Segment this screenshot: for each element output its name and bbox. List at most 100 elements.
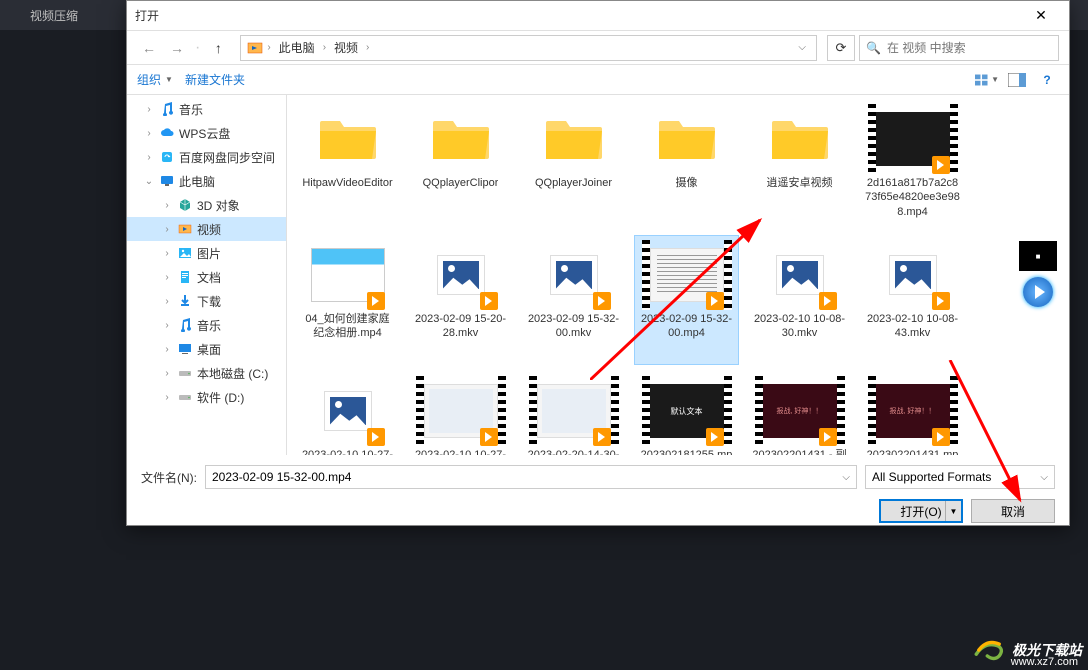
help-button[interactable]: ? [1035, 70, 1059, 90]
file-name-label: 202302181255.mp4 [639, 448, 734, 455]
file-thumbnail [303, 240, 393, 310]
image-icon [177, 245, 193, 261]
file-item[interactable]: 2023-02-20-14-30-26.mp4 [521, 371, 626, 455]
drive-icon [177, 389, 193, 405]
file-thumbnail [303, 376, 393, 446]
file-item[interactable]: 2023-02-09 15-32-00.mkv [521, 235, 626, 365]
file-item[interactable]: 2023-02-09 15-32-00.mp4 [634, 235, 739, 365]
sidebar-item-6[interactable]: ›图片 [127, 241, 286, 265]
sidebar-item-2[interactable]: ›百度网盘同步空间 [127, 145, 286, 169]
sidebar-item-5[interactable]: ›视频 [127, 217, 286, 241]
file-item[interactable]: 报战, 好神！！202302201431.mp4 [860, 371, 965, 455]
file-name-label: 摄像 [676, 176, 698, 190]
chevron-icon: › [161, 392, 173, 403]
close-button[interactable]: ✕ [1021, 2, 1061, 30]
chevron-down-icon[interactable]: ⌵ [842, 472, 850, 483]
file-name-label: 2023-02-10 10-08-30.mkv [752, 312, 847, 341]
file-item[interactable]: 默认文本 202302181255.mp4 [634, 371, 739, 455]
file-item[interactable]: 逍遥安卓视频 [747, 99, 852, 229]
sidebar-item-9[interactable]: ›音乐 [127, 313, 286, 337]
open-dropdown[interactable]: ▼ [945, 501, 961, 521]
filename-label: 文件名(N): [141, 469, 197, 486]
file-name-label: 2023-02-09 15-32-00.mkv [526, 312, 621, 341]
view-mode-button[interactable]: ▼ [975, 70, 999, 90]
breadcrumb-folder[interactable]: 视频 [330, 37, 362, 58]
download-icon [177, 293, 193, 309]
cloud-icon [159, 125, 175, 141]
new-folder-button[interactable]: 新建文件夹 [185, 71, 245, 88]
sidebar-item-11[interactable]: ›本地磁盘 (C:) [127, 361, 286, 385]
file-item[interactable]: 2023-02-09 15-20-28.mkv [408, 235, 513, 365]
preview-thumbnail: ■ [1019, 241, 1057, 271]
breadcrumb-root[interactable]: 此电脑 [275, 37, 319, 58]
file-thumbnail [642, 240, 732, 310]
cancel-button[interactable]: 取消 [971, 499, 1055, 523]
file-item[interactable]: 04_如何创建家庭纪念相册.mp4 [295, 235, 400, 365]
file-item[interactable]: 2d161a817b7a2c873f65e4820ee3e988.mp4 [860, 99, 965, 229]
file-item[interactable]: QQplayerJoiner [521, 99, 626, 229]
sidebar-item-4[interactable]: ›3D 对象 [127, 193, 286, 217]
sidebar-item-7[interactable]: ›文档 [127, 265, 286, 289]
file-item[interactable]: QQplayerClipor [408, 99, 513, 229]
up-button[interactable]: ↑ [206, 36, 230, 60]
sidebar-item-label: 百度网盘同步空间 [179, 149, 275, 166]
organize-menu[interactable]: 组织 ▼ [137, 71, 173, 88]
chevron-icon: › [161, 296, 173, 307]
sidebar-item-12[interactable]: › 软件 (D:) [127, 385, 286, 409]
file-thumbnail [416, 104, 506, 174]
preview-play-button[interactable] [1023, 277, 1053, 307]
music-icon [159, 101, 175, 117]
preview-pane: ■ [1013, 241, 1063, 307]
file-item[interactable]: 报战, 好神！！ 202302201431 - 副本.mp4 [747, 371, 852, 455]
file-thumbnail [642, 104, 732, 174]
file-item[interactable]: 摄像 [634, 99, 739, 229]
dialog-title-bar: 打开 ✕ [127, 1, 1069, 31]
chevron-down-icon[interactable]: ⌵ [1040, 472, 1048, 483]
sidebar-item-3[interactable]: ⌄此电脑 [127, 169, 286, 193]
file-thumbnail [303, 104, 393, 174]
sidebar-item-8[interactable]: ›下载 [127, 289, 286, 313]
open-button[interactable]: 打开(O) ▼ [879, 499, 963, 523]
file-thumbnail: 默认文本 [642, 376, 732, 446]
file-thumbnail [529, 104, 619, 174]
file-name-label: 2023-02-09 15-32-00.mp4 [639, 312, 734, 341]
file-thumbnail [868, 104, 958, 174]
sidebar-item-label: 文档 [197, 269, 221, 286]
file-item[interactable]: 2023-02-10 10-27-56.mp4 [408, 371, 513, 455]
app-title: 视频压缩 [30, 7, 78, 24]
sidebar-item-0[interactable]: ›音乐 [127, 97, 286, 121]
sidebar-item-label: 软件 (D:) [197, 389, 244, 406]
sidebar-item-1[interactable]: ›WPS云盘 [127, 121, 286, 145]
search-input[interactable] [887, 41, 1052, 55]
chevron-icon: › [161, 320, 173, 331]
chevron-icon: › [143, 104, 155, 115]
desktop-icon [177, 341, 193, 357]
file-name-label: 202302201431 - 副本.mp4 [752, 448, 847, 455]
chevron-icon: › [161, 368, 173, 379]
file-item[interactable]: HitpawVideoEditor [295, 99, 400, 229]
dialog-title: 打开 [135, 7, 159, 24]
sidebar-item-10[interactable]: ›桌面 [127, 337, 286, 361]
file-item[interactable]: 2023-02-10 10-27-56.mkv [295, 371, 400, 455]
file-grid: HitpawVideoEditor QQplayerCliporQQplayerJ… [287, 95, 1069, 455]
3d-icon [177, 197, 193, 213]
file-type-filter[interactable]: All Supported Formats ⌵ [865, 465, 1055, 489]
sidebar-item-label: 桌面 [197, 341, 221, 358]
preview-pane-button[interactable] [1005, 70, 1029, 90]
refresh-button[interactable]: ⟳ [827, 35, 855, 61]
file-item[interactable]: 2023-02-10 10-08-30.mkv [747, 235, 852, 365]
file-name-label: HitpawVideoEditor [302, 176, 392, 190]
forward-button[interactable]: → [165, 36, 189, 60]
search-box[interactable]: 🔍 [859, 35, 1059, 61]
chevron-right-icon: › [323, 42, 326, 53]
video-folder-icon [247, 40, 263, 56]
file-name-label: 2023-02-10 10-27-56.mkv [300, 448, 395, 455]
breadcrumb-dropdown[interactable]: ⌵ [794, 42, 810, 53]
nav-separator: · [195, 39, 200, 57]
file-name-label: 2023-02-10 10-08-43.mkv [865, 312, 960, 341]
breadcrumb[interactable]: › 此电脑 › 视频 › ⌵ [240, 35, 817, 61]
back-button[interactable]: ← [137, 36, 161, 60]
filename-input[interactable]: 2023-02-09 15-32-00.mp4 ⌵ [205, 465, 857, 489]
file-thumbnail: 报战, 好神！！ [755, 376, 845, 446]
file-item[interactable]: 2023-02-10 10-08-43.mkv [860, 235, 965, 365]
